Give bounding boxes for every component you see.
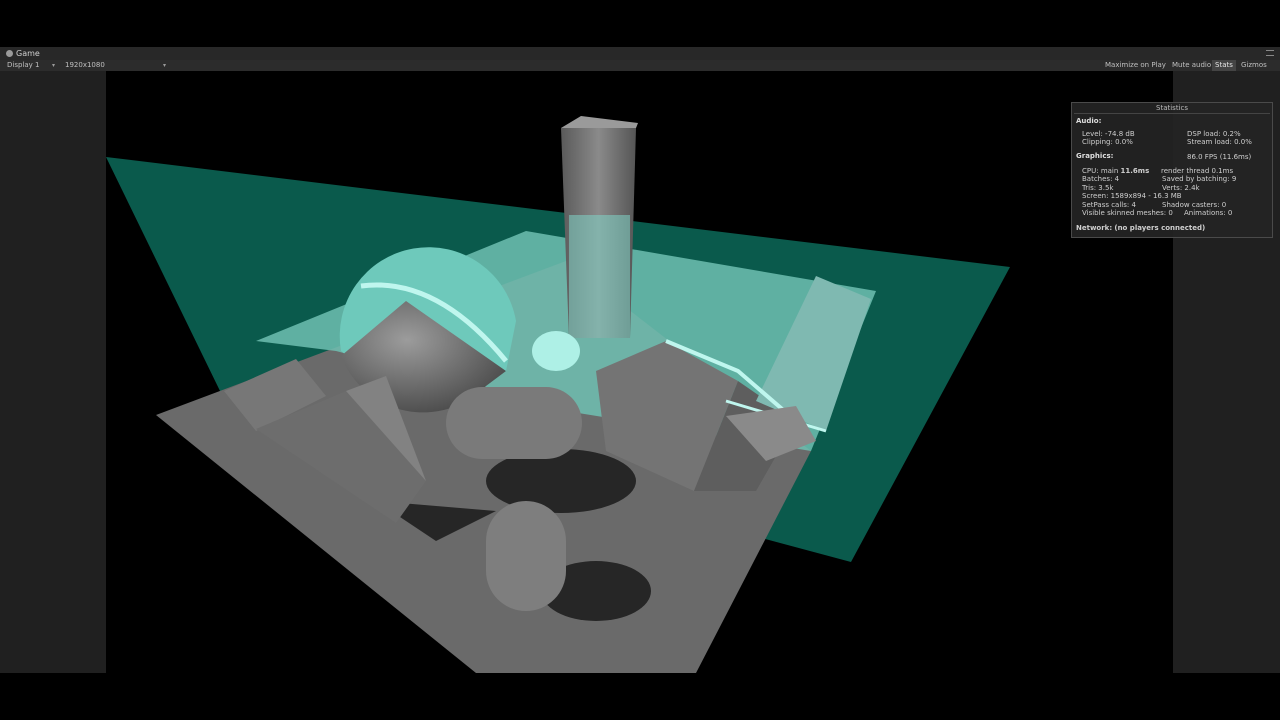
stream-load: Stream load: 0.0% — [1187, 138, 1252, 146]
shadow-casters: Shadow casters: 0 — [1162, 201, 1227, 209]
stats-toggle[interactable]: Stats — [1212, 60, 1236, 71]
dsp-load: DSP load: 0.2% — [1187, 130, 1241, 138]
audio-heading: Audio: — [1076, 117, 1102, 125]
scene-render — [106, 71, 1173, 673]
screen-size: Screen: 1589x894 - 16.3 MB — [1082, 192, 1182, 200]
divider — [1074, 113, 1270, 114]
cpu-main-value: 11.6ms — [1120, 167, 1150, 175]
scene-graphic — [106, 116, 1010, 673]
game-window: Game Display 1 ▾ 1920x1080 ▾ Maximize on… — [0, 47, 1280, 673]
tris: Tris: 3.5k — [1082, 184, 1114, 192]
audio-level: Level: -74.8 dB — [1082, 130, 1135, 138]
game-viewport[interactable]: Statistics Audio: Level: -74.8 dB DSP lo… — [0, 71, 1280, 673]
game-toolbar: Display 1 ▾ 1920x1080 ▾ Maximize on Play… — [0, 60, 1280, 71]
verts: Verts: 2.4k — [1162, 184, 1200, 192]
network-value: (no players connected) — [1114, 224, 1206, 232]
chevron-down-icon: ▾ — [52, 62, 56, 69]
display-dropdown[interactable]: Display 1 — [7, 60, 39, 71]
cpu-main: CPU: main 11.6ms — [1082, 167, 1149, 175]
chevron-down-icon: ▾ — [163, 62, 167, 69]
batches: Batches: 4 — [1082, 175, 1120, 183]
mute-audio-toggle[interactable]: Mute audio — [1169, 60, 1214, 71]
maximize-on-play-toggle[interactable]: Maximize on Play — [1102, 60, 1169, 71]
game-tab[interactable]: Game — [0, 47, 40, 60]
fps-readout: 86.0 FPS (11.6ms) — [1187, 153, 1252, 161]
gizmos-dropdown[interactable]: Gizmos — [1238, 60, 1270, 71]
visible-skinned-meshes: Visible skinned meshes: 0 — [1082, 209, 1173, 217]
audio-clipping: Clipping: 0.0% — [1082, 138, 1133, 146]
statistics-panel: Statistics Audio: Level: -74.8 dB DSP lo… — [1071, 102, 1273, 238]
setpass-calls: SetPass calls: 4 — [1082, 201, 1136, 209]
saved-by-batching: Saved by batching: 9 — [1162, 175, 1237, 183]
graphics-heading: Graphics: — [1076, 152, 1114, 160]
network-status: Network: (no players connected) — [1076, 224, 1205, 232]
game-tab-label: Game — [16, 49, 40, 58]
animations: Animations: 0 — [1184, 209, 1233, 217]
network-heading: Network: — [1076, 224, 1113, 232]
statistics-title: Statistics — [1156, 104, 1188, 112]
render-thread: render thread 0.1ms — [1161, 167, 1234, 175]
game-controller-icon — [6, 50, 13, 57]
cpu-prefix: CPU: main — [1082, 167, 1121, 175]
resolution-dropdown[interactable]: 1920x1080 — [65, 60, 105, 71]
window-menu-icon[interactable] — [1266, 50, 1274, 56]
tab-strip: Game — [0, 47, 1280, 60]
